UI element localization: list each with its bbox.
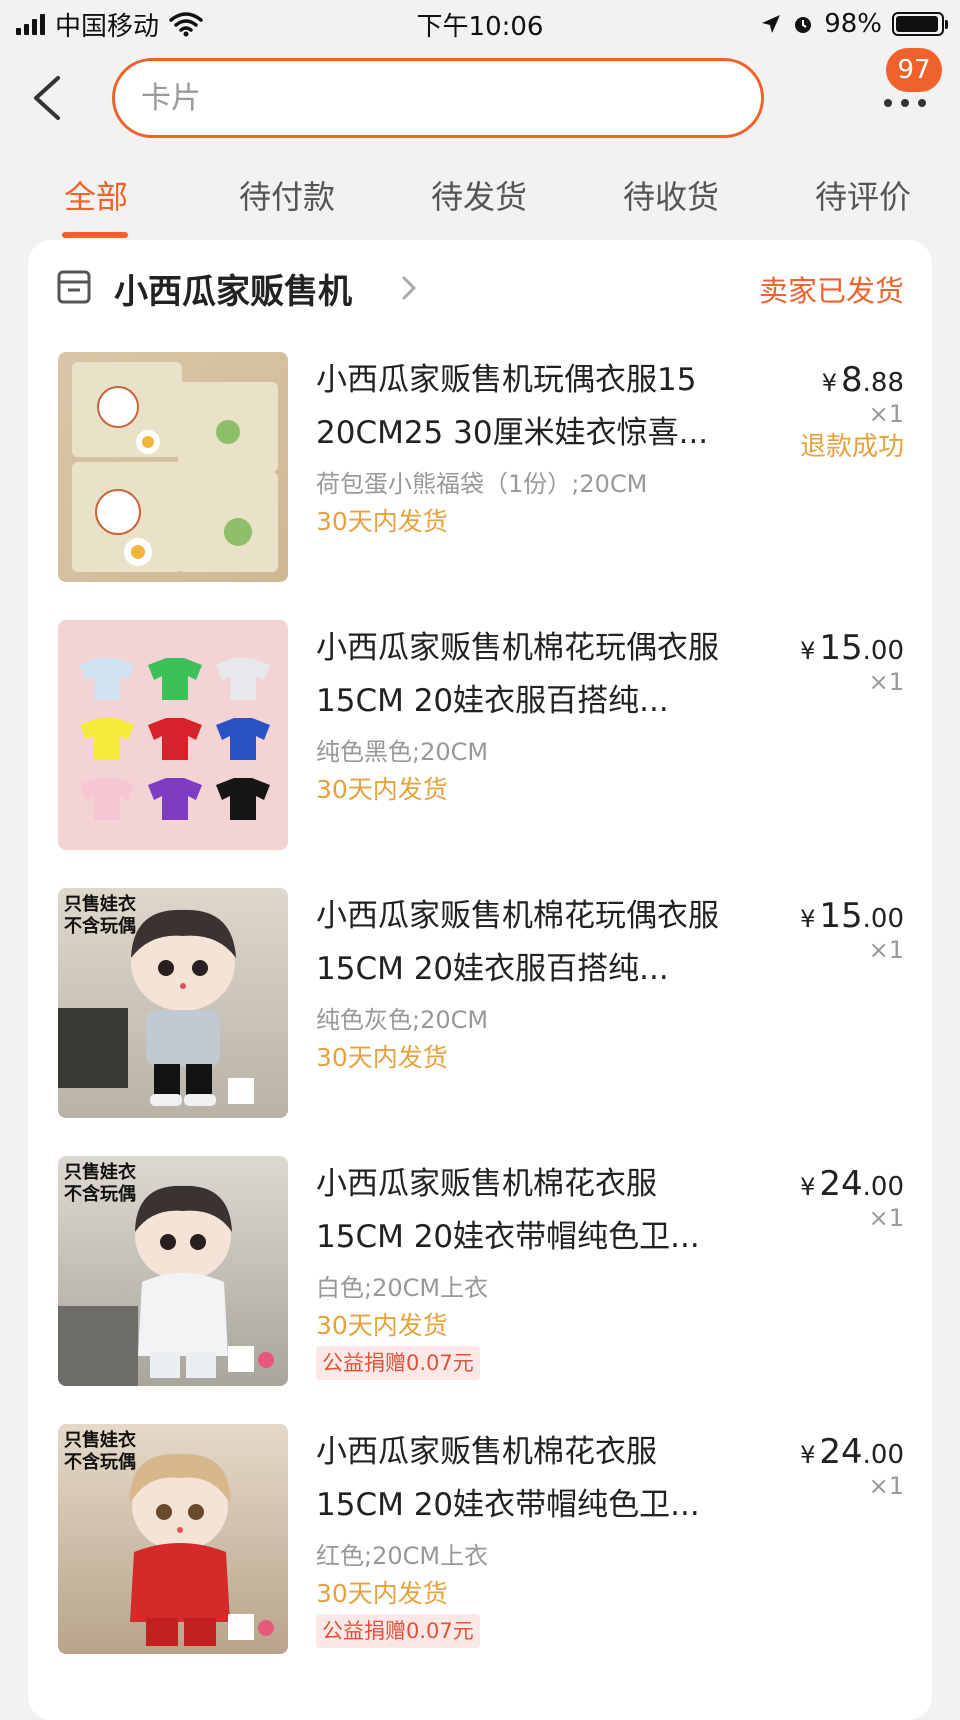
product-thumbnail[interactable]: 只售娃衣 不含玩偶: [58, 888, 288, 1118]
back-button[interactable]: [28, 72, 68, 124]
product-sku: 纯色灰色;20CM: [316, 1006, 489, 1034]
image-caption: 只售娃衣 不含玩偶: [64, 1162, 136, 1205]
tab-pending-review[interactable]: 待评价: [815, 172, 911, 218]
price-integer: 8: [841, 360, 863, 400]
product-sku: 红色;20CM上衣: [316, 1542, 489, 1570]
message-badge: 97: [886, 48, 942, 92]
battery-percent: 98%: [824, 9, 882, 39]
shipping-note: 30天内发货: [316, 1579, 448, 1608]
price-integer: 24: [819, 1432, 863, 1472]
image-caption: 只售娃衣 不含玩偶: [64, 1430, 136, 1473]
product-thumbnail[interactable]: 只售娃衣 不含玩偶: [58, 1424, 288, 1654]
order-item[interactable]: 小西瓜家贩售机棉花玩偶衣服15CM 20娃衣服百搭纯... 纯色黑色;20CM …: [28, 620, 932, 852]
status-left: 中国移动: [16, 6, 203, 43]
product-sku: 纯色黑色;20CM: [316, 738, 489, 766]
wifi-icon: [169, 12, 203, 37]
status-right: 98%: [760, 9, 948, 39]
shipping-note: 30天内发货: [316, 1043, 448, 1072]
more-dot: [884, 99, 892, 107]
tab-pending-receipt[interactable]: 待收货: [623, 172, 719, 218]
search-input[interactable]: [141, 80, 761, 116]
product-title[interactable]: 小西瓜家贩售机棉花衣服15CM 20娃衣带帽纯色卫...: [316, 1158, 736, 1264]
price-decimal: .00: [862, 1440, 904, 1470]
price-integer: 15: [819, 896, 863, 936]
location-icon: [762, 15, 781, 33]
status-bar: 中国移动 下午10:06 98%: [0, 0, 960, 48]
charity-tag: 公益捐赠0.07元: [316, 1614, 480, 1648]
shipping-note: 30天内发货: [316, 1311, 448, 1340]
order-item[interactable]: 只售娃衣 不含玩偶 小西瓜家贩售机棉花玩偶衣服15CM 20娃衣服百搭纯... …: [28, 888, 932, 1120]
price-symbol: ¥: [800, 1173, 816, 1201]
product-thumbnail[interactable]: [58, 620, 288, 850]
order-tabs: 全部 待付款 待发货 待收货 待评价: [0, 160, 960, 240]
shop-name[interactable]: 小西瓜家贩售机: [114, 264, 352, 313]
chevron-right-icon: [402, 276, 417, 300]
battery-icon: [892, 12, 948, 36]
image-caption: 只售娃衣 不含玩偶: [64, 894, 136, 937]
chevron-left-icon: [34, 76, 60, 120]
price-symbol: ¥: [800, 905, 816, 933]
carrier-label: 中国移动: [55, 11, 160, 42]
price-decimal: .00: [862, 636, 904, 666]
shipping-note: 30天内发货: [316, 507, 448, 536]
product-price: ¥24.00: [800, 1164, 904, 1204]
shop-icon: [57, 270, 91, 304]
nav-bar: 97: [0, 48, 960, 148]
charity-tag: 公益捐赠0.07元: [316, 1346, 480, 1380]
order-card[interactable]: 小西瓜家贩售机 卖家已发货 小西瓜家贩售机玩偶衣服15 20CM25 30厘米娃…: [28, 240, 932, 1720]
price-integer: 15: [819, 628, 863, 668]
product-price: ¥24.00: [800, 1432, 904, 1472]
signal-icon: [16, 13, 45, 35]
product-title[interactable]: 小西瓜家贩售机玩偶衣服15 20CM25 30厘米娃衣惊喜...: [316, 354, 736, 460]
product-quantity: ×1: [868, 1472, 904, 1500]
product-price: ¥15.00: [800, 896, 904, 936]
more-button[interactable]: [884, 88, 932, 118]
tab-indicator: [62, 232, 128, 238]
order-item[interactable]: 小西瓜家贩售机玩偶衣服15 20CM25 30厘米娃衣惊喜... 荷包蛋小熊福袋…: [28, 352, 932, 584]
alarm-icon: [795, 17, 812, 33]
more-dot: [901, 99, 909, 107]
product-quantity: ×1: [868, 936, 904, 964]
refund-status[interactable]: 退款成功: [800, 426, 904, 463]
search-box[interactable]: [112, 58, 764, 138]
product-title[interactable]: 小西瓜家贩售机棉花衣服15CM 20娃衣带帽纯色卫...: [316, 1426, 736, 1532]
shipping-note: 30天内发货: [316, 775, 448, 804]
product-sku: 荷包蛋小熊福袋（1份）;20CM: [316, 470, 648, 498]
price-decimal: .88: [862, 368, 904, 398]
product-price: ¥8.88: [822, 360, 904, 400]
battery-fill: [896, 16, 939, 32]
shop-header[interactable]: 小西瓜家贩售机 卖家已发货: [28, 240, 932, 336]
product-title[interactable]: 小西瓜家贩售机棉花玩偶衣服15CM 20娃衣服百搭纯...: [316, 890, 736, 996]
product-quantity: ×1: [868, 400, 904, 428]
order-status: 卖家已发货: [758, 274, 904, 308]
order-item[interactable]: 只售娃衣 不含玩偶 小西瓜家贩售机棉花衣服15CM 20娃衣带帽纯色卫... 红…: [28, 1424, 932, 1656]
product-title[interactable]: 小西瓜家贩售机棉花玩偶衣服15CM 20娃衣服百搭纯...: [316, 622, 736, 728]
price-decimal: .00: [862, 904, 904, 934]
product-image: [80, 658, 270, 820]
price-integer: 24: [819, 1164, 863, 1204]
product-quantity: ×1: [868, 1204, 904, 1232]
price-symbol: ¥: [800, 637, 816, 665]
product-thumbnail[interactable]: [58, 352, 288, 582]
more-dot: [918, 99, 926, 107]
price-decimal: .00: [862, 1172, 904, 1202]
product-sku: 白色;20CM上衣: [316, 1274, 489, 1302]
tab-pending-payment[interactable]: 待付款: [239, 172, 335, 218]
product-image: [72, 362, 278, 572]
order-item[interactable]: 只售娃衣 不含玩偶 小西瓜家贩售机棉花衣服15CM 20娃衣带帽纯色卫... 白…: [28, 1156, 932, 1388]
tab-pending-shipment[interactable]: 待发货: [431, 172, 527, 218]
price-symbol: ¥: [821, 369, 837, 397]
product-price: ¥15.00: [800, 628, 904, 668]
tab-all[interactable]: 全部: [64, 172, 128, 218]
product-quantity: ×1: [868, 668, 904, 696]
product-thumbnail[interactable]: 只售娃衣 不含玩偶: [58, 1156, 288, 1386]
price-symbol: ¥: [800, 1441, 816, 1469]
